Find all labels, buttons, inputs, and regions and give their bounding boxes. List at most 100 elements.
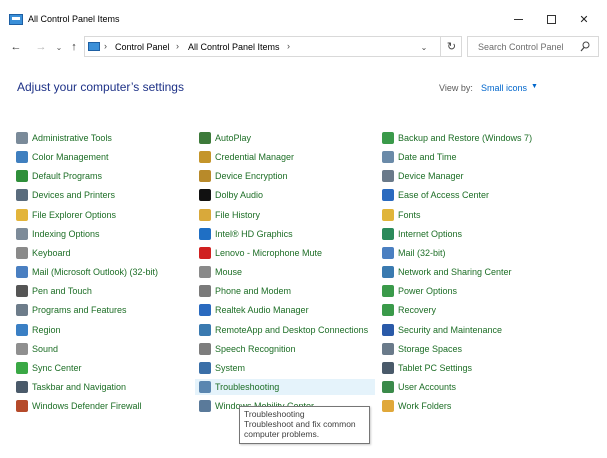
control-panel-item[interactable]: Network and Sharing Center [382, 264, 512, 280]
troubleshooting-icon [199, 380, 211, 393]
control-panel-item[interactable]: Fonts [382, 207, 421, 223]
control-panel-item[interactable]: Intel® HD Graphics [199, 226, 293, 242]
control-panel-item-label: Taskbar and Navigation [32, 381, 127, 392]
up-button[interactable]: ↑ [67, 39, 81, 55]
control-panel-item[interactable]: Internet Options [382, 226, 462, 242]
control-panel-item[interactable]: File History [199, 207, 260, 223]
control-panel-item[interactable]: Lenovo - Microphone Mute [199, 245, 322, 261]
control-panel-item[interactable]: Credential Manager [199, 149, 294, 165]
control-panel-item[interactable]: File Explorer Options [16, 207, 116, 223]
control-panel-item[interactable]: Work Folders [382, 398, 451, 414]
firewall-icon [16, 400, 28, 413]
address-bar[interactable]: › Control Panel › All Control Panel Item… [84, 36, 462, 57]
control-panel-item[interactable]: Recovery [382, 302, 436, 318]
control-panel-item[interactable]: Device Manager [382, 168, 464, 184]
control-panel-item[interactable]: Sync Center [16, 360, 82, 376]
breadcrumb-all-items[interactable]: All Control Panel Items [188, 42, 280, 52]
control-panel-item[interactable]: Indexing Options [16, 226, 100, 242]
control-panel-item[interactable]: Sound [16, 341, 58, 357]
control-panel-item[interactable]: Color Management [16, 149, 109, 165]
window-title: All Control Panel Items [28, 14, 120, 24]
security-flag-icon [382, 323, 394, 336]
control-panel-item-label: Mail (32-bit) [398, 247, 446, 258]
control-panel-item[interactable]: Mail (32-bit) [382, 245, 446, 261]
power-icon [382, 285, 394, 298]
control-panel-item-label: Phone and Modem [215, 286, 292, 297]
control-panel-item[interactable]: Region [16, 322, 61, 338]
color-management-icon [16, 151, 28, 164]
forward-button[interactable]: → [34, 39, 48, 55]
refresh-button[interactable]: ↻ [440, 36, 462, 57]
control-panel-item[interactable]: Troubleshooting [195, 378, 375, 395]
control-panel-item[interactable]: Tablet PC Settings [382, 360, 472, 376]
close-button[interactable]: ✕ [569, 9, 599, 29]
breadcrumb-separator[interactable]: › [104, 41, 107, 51]
control-panel-item-label: AutoPlay [215, 133, 252, 143]
control-panel-item[interactable]: Default Programs [16, 168, 102, 184]
control-panel-item[interactable]: System [199, 360, 245, 376]
control-panel-item[interactable]: Realtek Audio Manager [199, 302, 309, 318]
address-dropdown-button[interactable]: ⌄ [417, 40, 431, 54]
search-input[interactable]: Search Control Panel [467, 36, 599, 57]
control-panel-item[interactable]: Windows Defender Firewall [16, 398, 142, 414]
caret-down-icon[interactable]: ▼ [531, 83, 538, 90]
view-by-dropdown[interactable]: Small icons [481, 83, 527, 93]
control-panel-item[interactable]: Date and Time [382, 149, 457, 165]
mouse-icon [199, 266, 211, 279]
control-panel-item[interactable]: Ease of Access Center [382, 187, 489, 203]
control-panel-item[interactable]: Power Options [382, 283, 457, 299]
control-panel-item-label: Default Programs [32, 171, 103, 182]
control-panel-item[interactable]: User Accounts [382, 379, 456, 395]
control-panel-item[interactable]: Phone and Modem [199, 283, 291, 299]
minimize-button[interactable] [503, 9, 533, 29]
ease-access-icon [382, 189, 394, 202]
breadcrumb-separator[interactable]: › [287, 41, 290, 51]
control-panel-item[interactable]: Mouse [199, 264, 242, 280]
control-panel-item-label: Keyboard [32, 247, 71, 258]
maximize-button[interactable] [536, 9, 566, 29]
control-panel-item-label: Work Folders [398, 401, 452, 412]
control-panel-item[interactable]: Pen and Touch [16, 283, 92, 299]
arrow-right-icon: → [35, 41, 47, 53]
control-panel-item-label: User Accounts [398, 381, 457, 392]
breadcrumb-separator[interactable]: › [176, 41, 179, 51]
control-panel-item-label: Intel® HD Graphics [215, 228, 293, 239]
control-panel-item[interactable]: AutoPlay [199, 130, 251, 146]
arrow-up-icon: ↑ [71, 41, 77, 53]
control-panel-item[interactable]: Mail (Microsoft Outlook) (32-bit) [16, 264, 158, 280]
autoplay-icon [199, 132, 211, 144]
control-panel-item-label: File History [215, 209, 261, 220]
control-panel-item[interactable]: Administrative Tools [16, 130, 112, 146]
control-panel-item-label: Sync Center [32, 362, 82, 373]
control-panel-item-label: Color Management [32, 152, 109, 163]
control-panel-item[interactable]: Security and Maintenance [382, 322, 502, 338]
back-button[interactable]: ← [9, 39, 23, 55]
control-panel-item[interactable]: Backup and Restore (Windows 7) [382, 130, 532, 146]
phone-modem-icon [199, 285, 211, 298]
control-panel-item[interactable]: Device Encryption [199, 168, 288, 184]
date-time-icon [382, 151, 394, 164]
control-panel-item-label: Programs and Features [32, 305, 127, 316]
control-panel-item-label: Credential Manager [215, 152, 295, 163]
dolby-icon [199, 189, 211, 202]
control-panel-item-label: Tablet PC Settings [398, 362, 473, 373]
recent-locations-button[interactable]: ⌄ [52, 39, 66, 55]
realtek-icon [199, 304, 211, 317]
control-panel-item[interactable]: Taskbar and Navigation [16, 379, 126, 395]
credential-icon [199, 151, 211, 164]
control-panel-item[interactable]: Speech Recognition [199, 341, 296, 357]
tooltip-description-line-2: computer problems. [244, 429, 320, 439]
control-panel-item-label: Devices and Printers [32, 190, 116, 201]
control-panel-item[interactable]: Keyboard [16, 245, 71, 261]
control-panel-item[interactable]: Programs and Features [16, 302, 127, 318]
control-panel-item-label: Region [32, 324, 61, 335]
recovery-icon [382, 304, 394, 317]
breadcrumb-control-panel[interactable]: Control Panel [115, 42, 170, 52]
arrow-left-icon: ← [10, 41, 22, 53]
control-panel-item[interactable]: Storage Spaces [382, 341, 462, 357]
pen-icon [16, 285, 28, 298]
control-panel-item[interactable]: Devices and Printers [16, 187, 115, 203]
control-panel-item[interactable]: RemoteApp and Desktop Connections [199, 322, 368, 338]
control-panel-item[interactable]: Dolby Audio [199, 187, 263, 203]
control-panel-item-label: Fonts [398, 209, 421, 220]
